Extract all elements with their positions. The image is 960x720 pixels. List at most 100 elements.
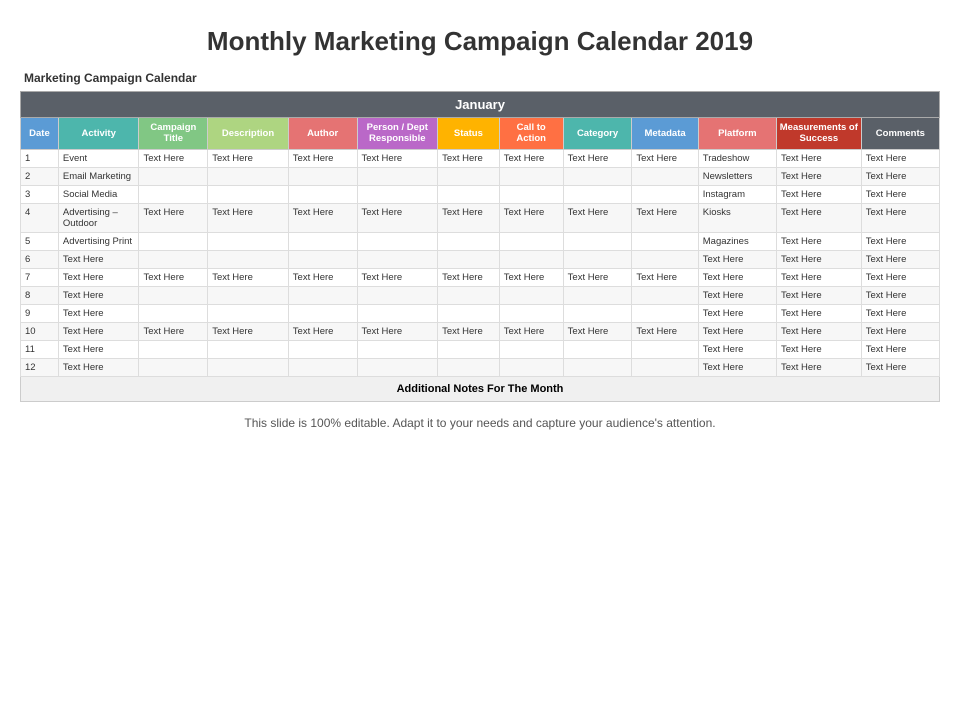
cell-platform: Text Here	[698, 304, 776, 322]
cell-metadata	[632, 340, 698, 358]
cell-person: Text Here	[357, 268, 438, 286]
cell-category	[563, 232, 632, 250]
cell-person	[357, 304, 438, 322]
col-header-cta: Call to Action	[499, 118, 563, 150]
cell-comments: Text Here	[861, 203, 939, 232]
cell-comments: Text Here	[861, 250, 939, 268]
cell-author	[288, 358, 357, 376]
cell-category: Text Here	[563, 322, 632, 340]
cell-status	[438, 167, 500, 185]
cell-comments: Text Here	[861, 340, 939, 358]
cell-campaign: Text Here	[139, 149, 208, 167]
cell-desc: Text Here	[208, 149, 289, 167]
cell-measure: Text Here	[776, 304, 861, 322]
col-header-metadata: Metadata	[632, 118, 698, 150]
col-header-date: Date	[21, 118, 59, 150]
table-row: 3Social MediaInstagramText HereText Here	[21, 185, 940, 203]
cell-metadata	[632, 358, 698, 376]
cell-campaign: Text Here	[139, 203, 208, 232]
cell-cta	[499, 358, 563, 376]
cell-desc	[208, 185, 289, 203]
cell-comments: Text Here	[861, 167, 939, 185]
cell-author: Text Here	[288, 203, 357, 232]
cell-activity: Event	[58, 149, 139, 167]
cell-metadata: Text Here	[632, 203, 698, 232]
cell-measure: Text Here	[776, 322, 861, 340]
col-header-person: Person / Dept Responsible	[357, 118, 438, 150]
cell-activity: Text Here	[58, 250, 139, 268]
cell-date: 12	[21, 358, 59, 376]
cell-measure: Text Here	[776, 167, 861, 185]
cell-author	[288, 167, 357, 185]
cell-category	[563, 250, 632, 268]
cell-measure: Text Here	[776, 203, 861, 232]
cell-comments: Text Here	[861, 149, 939, 167]
cell-metadata: Text Here	[632, 149, 698, 167]
cell-category	[563, 340, 632, 358]
cell-date: 4	[21, 203, 59, 232]
cell-campaign	[139, 167, 208, 185]
cell-date: 9	[21, 304, 59, 322]
cell-desc	[208, 250, 289, 268]
col-header-activity: Activity	[58, 118, 139, 150]
cell-person: Text Here	[357, 149, 438, 167]
cell-person	[357, 232, 438, 250]
col-header-measure: Measurements of Success	[776, 118, 861, 150]
cell-category: Text Here	[563, 203, 632, 232]
cell-cta: Text Here	[499, 149, 563, 167]
cell-campaign	[139, 185, 208, 203]
cell-status	[438, 358, 500, 376]
cell-cta: Text Here	[499, 203, 563, 232]
cell-cta	[499, 286, 563, 304]
cell-person	[357, 286, 438, 304]
cell-platform: Kiosks	[698, 203, 776, 232]
cell-desc	[208, 304, 289, 322]
cell-person	[357, 340, 438, 358]
cell-date: 3	[21, 185, 59, 203]
cell-measure: Text Here	[776, 268, 861, 286]
cell-category	[563, 304, 632, 322]
cell-activity: Advertising – Outdoor	[58, 203, 139, 232]
cell-campaign	[139, 304, 208, 322]
table-row: 4Advertising – OutdoorText HereText Here…	[21, 203, 940, 232]
cell-author	[288, 304, 357, 322]
cell-comments: Text Here	[861, 322, 939, 340]
table-row: 10Text HereText HereText HereText HereTe…	[21, 322, 940, 340]
cell-status	[438, 304, 500, 322]
cell-author	[288, 232, 357, 250]
cell-platform: Text Here	[698, 340, 776, 358]
cell-date: 8	[21, 286, 59, 304]
cell-author	[288, 185, 357, 203]
cell-activity: Text Here	[58, 268, 139, 286]
column-header-row: DateActivityCampaign TitleDescriptionAut…	[21, 118, 940, 150]
cell-metadata	[632, 286, 698, 304]
cell-date: 2	[21, 167, 59, 185]
cell-activity: Text Here	[58, 340, 139, 358]
cell-author	[288, 340, 357, 358]
cell-cta	[499, 340, 563, 358]
col-header-comments: Comments	[861, 118, 939, 150]
cell-person	[357, 250, 438, 268]
cell-activity: Text Here	[58, 286, 139, 304]
cell-status: Text Here	[438, 149, 500, 167]
cell-measure: Text Here	[776, 340, 861, 358]
cell-author: Text Here	[288, 268, 357, 286]
cell-desc	[208, 340, 289, 358]
table-row: 9Text HereText HereText HereText Here	[21, 304, 940, 322]
cell-metadata	[632, 304, 698, 322]
cell-person	[357, 358, 438, 376]
cell-desc: Text Here	[208, 268, 289, 286]
cell-author	[288, 250, 357, 268]
month-header-row: January	[21, 92, 940, 118]
cell-author: Text Here	[288, 322, 357, 340]
cell-category: Text Here	[563, 149, 632, 167]
cell-measure: Text Here	[776, 250, 861, 268]
col-header-campaign: Campaign Title	[139, 118, 208, 150]
cell-desc: Text Here	[208, 322, 289, 340]
calendar-table: January DateActivityCampaign TitleDescri…	[20, 91, 940, 402]
cell-campaign	[139, 340, 208, 358]
cell-desc	[208, 286, 289, 304]
cell-date: 6	[21, 250, 59, 268]
cell-date: 10	[21, 322, 59, 340]
cell-status	[438, 340, 500, 358]
